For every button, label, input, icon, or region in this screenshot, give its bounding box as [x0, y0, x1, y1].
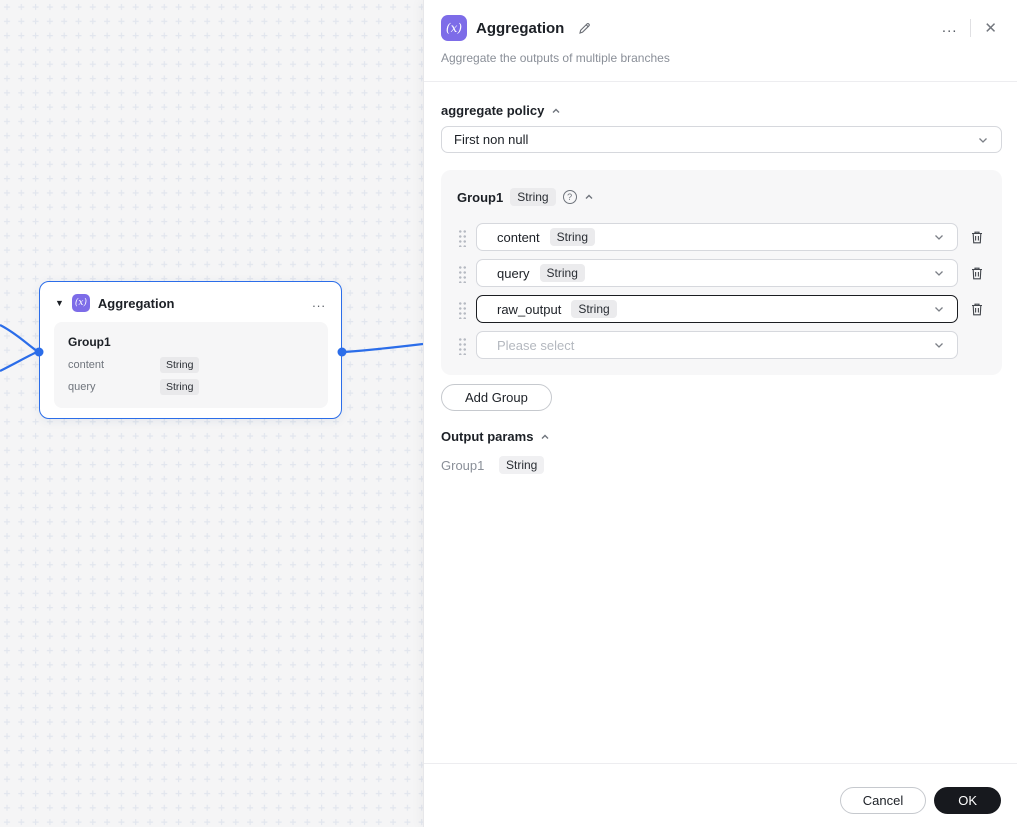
group-box: Group1 String ? content String query Str…: [441, 170, 1002, 375]
param-select-content[interactable]: content String: [476, 223, 958, 251]
chevron-up-icon[interactable]: [584, 192, 594, 202]
param-name: content: [497, 229, 540, 245]
group-param-row: content String: [457, 223, 986, 251]
drag-handle-icon[interactable]: [457, 263, 466, 283]
node-param-panel: Group1 content String query String: [54, 322, 328, 408]
panel-subtitle: Aggregate the outputs of multiple branch…: [441, 51, 670, 65]
param-select-query[interactable]: query String: [476, 259, 958, 287]
output-params-header[interactable]: Output params: [441, 429, 1002, 444]
aggregation-fx-icon: (x): [71, 294, 90, 312]
chevron-down-icon: [977, 134, 989, 146]
cancel-button[interactable]: Cancel: [839, 787, 927, 814]
drag-handle-icon[interactable]: [457, 335, 466, 355]
panel-body: aggregate policy First non null Group1 S…: [424, 103, 1017, 474]
group-type-badge: String: [510, 188, 556, 206]
node-param-row: content String: [68, 357, 314, 373]
group-param-row: raw_output String: [457, 295, 986, 323]
chevron-down-icon: [933, 231, 945, 243]
panel-title: Aggregation: [476, 19, 565, 37]
panel-divider: [424, 81, 1017, 82]
output-param-item: Group1 String: [441, 456, 1002, 474]
group-header: Group1 String ?: [457, 188, 986, 206]
select-placeholder: Please select: [497, 337, 575, 353]
node-more-icon[interactable]: ...: [312, 296, 326, 308]
workflow-canvas[interactable]: ▼ (x) Aggregation ... Group1 content Str…: [0, 0, 423, 827]
chevron-up-icon[interactable]: [540, 432, 550, 442]
param-type-badge: String: [160, 357, 200, 373]
edit-pencil-icon[interactable]: [573, 19, 596, 38]
chevron-down-icon: [933, 339, 945, 351]
more-menu-icon[interactable]: ...: [938, 20, 962, 35]
delete-trash-icon[interactable]: [968, 266, 986, 281]
node-header: ▼ (x) Aggregation ...: [40, 282, 341, 322]
aggregate-policy-select[interactable]: First non null: [441, 126, 1002, 153]
param-type-badge: String: [539, 264, 585, 282]
output-param-name: Group1: [441, 457, 485, 473]
node-param-row: query String: [68, 379, 314, 395]
delete-trash-icon[interactable]: [968, 230, 986, 245]
param-type-badge: String: [160, 379, 200, 395]
node-group-name: Group1: [68, 335, 111, 349]
chevron-down-icon: [933, 303, 945, 315]
param-name: content: [68, 359, 105, 371]
aggregation-fx-icon: (x): [441, 15, 467, 41]
delete-trash-icon[interactable]: [968, 302, 986, 317]
group-name: Group1: [457, 189, 504, 205]
aggregate-policy-label: aggregate policy: [441, 103, 545, 118]
param-type-badge: String: [549, 228, 596, 246]
add-group-button[interactable]: Add Group: [441, 384, 552, 411]
aggregate-policy-value: First non null: [454, 132, 529, 147]
output-params-label: Output params: [441, 429, 534, 444]
group-param-row: Please select: [457, 331, 986, 359]
panel-footer: Cancel OK: [424, 763, 1017, 827]
param-select-empty[interactable]: Please select: [476, 331, 958, 359]
drag-handle-icon[interactable]: [457, 227, 466, 247]
param-select-raw-output[interactable]: raw_output String: [476, 295, 958, 323]
chevron-down-icon: [933, 267, 945, 279]
drag-handle-icon[interactable]: [457, 299, 466, 319]
param-name: raw_output: [497, 301, 562, 317]
param-name: query: [68, 381, 96, 393]
ok-button[interactable]: OK: [934, 787, 1001, 814]
aggregation-config-panel: (x) Aggregation ... ✕ Aggregate the outp…: [423, 0, 1017, 827]
param-type-badge: String: [571, 300, 617, 318]
aggregate-policy-header[interactable]: aggregate policy: [441, 103, 1002, 118]
close-icon[interactable]: ✕: [980, 17, 1001, 39]
node-title: Aggregation: [97, 295, 175, 311]
collapse-triangle-icon[interactable]: ▼: [55, 298, 64, 308]
panel-header: (x) Aggregation ... ✕: [424, 0, 1017, 41]
help-question-icon[interactable]: ?: [562, 190, 577, 204]
chevron-up-icon[interactable]: [551, 106, 561, 116]
param-name: query: [497, 265, 530, 281]
header-divider: [970, 19, 972, 37]
group-param-row: query String: [457, 259, 986, 287]
aggregation-node[interactable]: ▼ (x) Aggregation ... Group1 content Str…: [39, 281, 342, 419]
output-param-type-badge: String: [499, 456, 545, 474]
